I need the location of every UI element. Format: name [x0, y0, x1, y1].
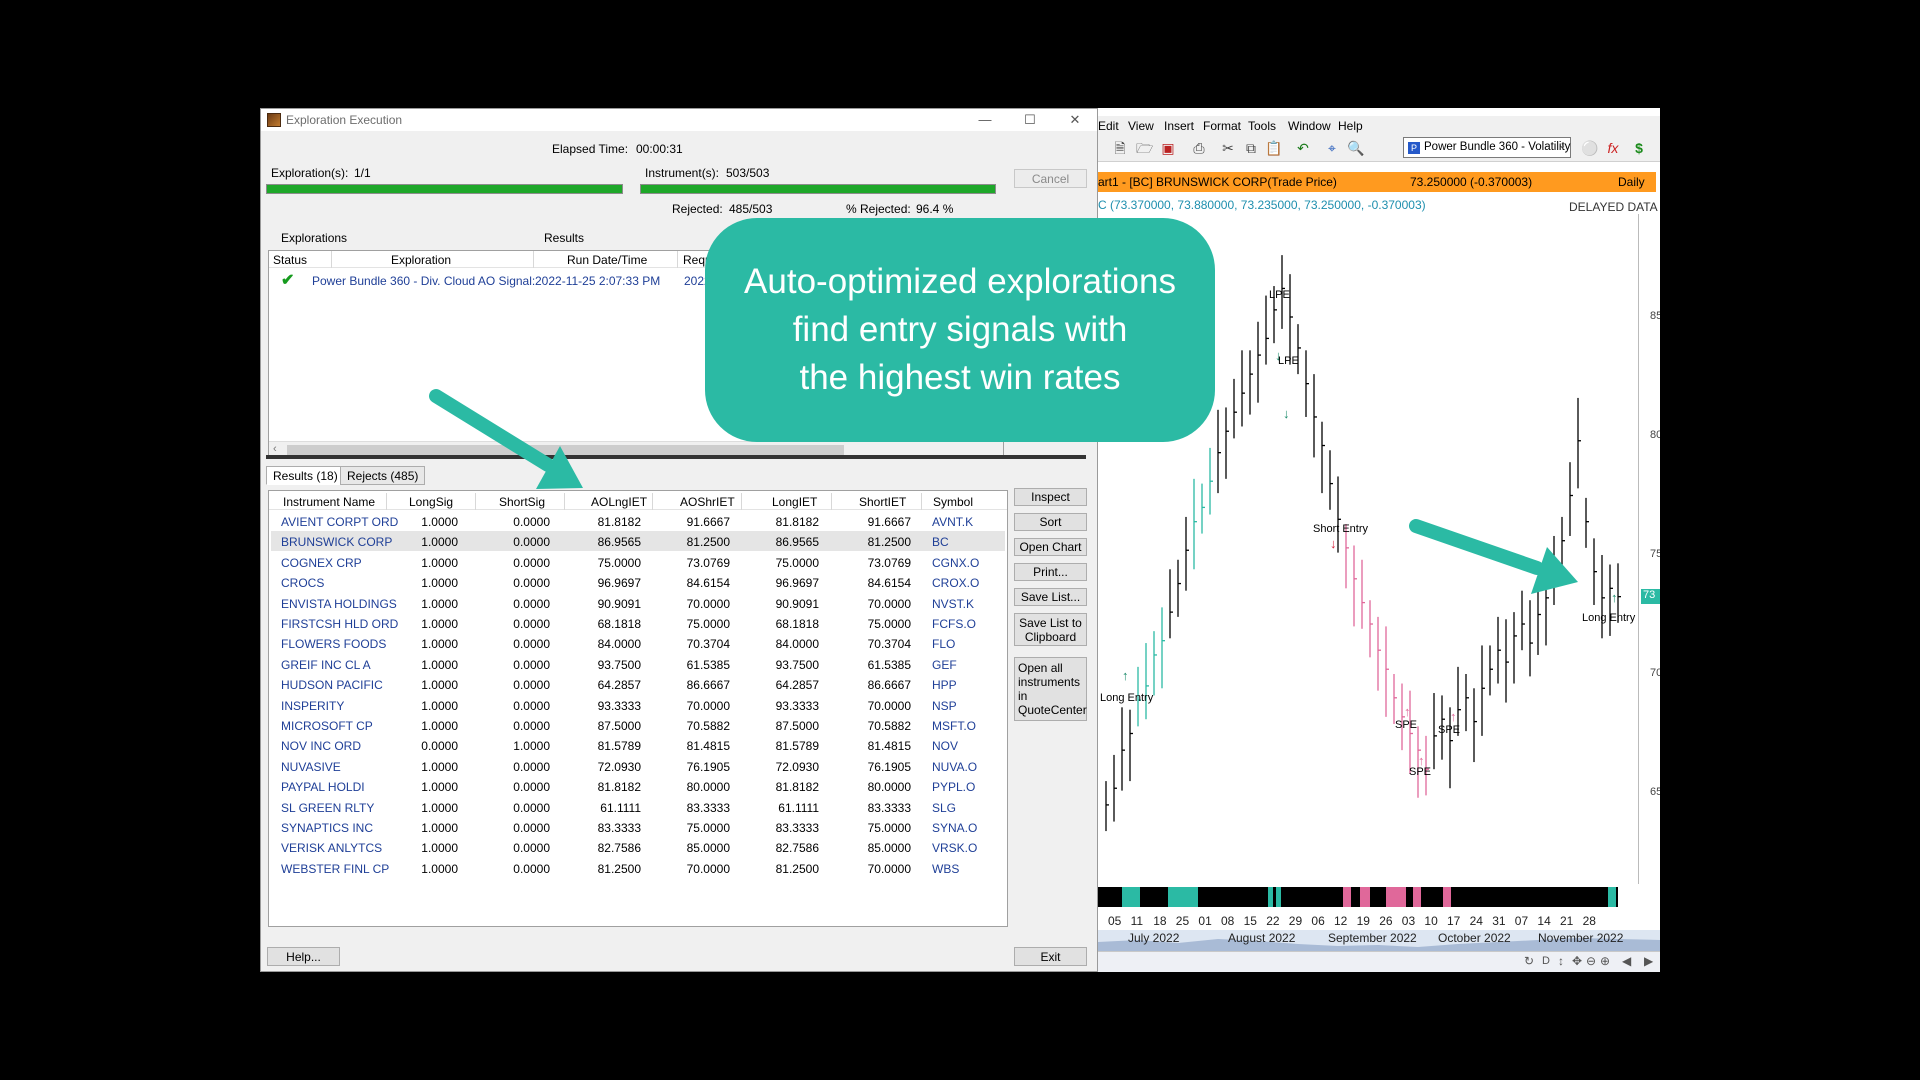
marketing-callout: Auto-optimized explorations find entry s…	[705, 218, 1215, 442]
month-label: July 2022	[1128, 931, 1180, 945]
callout-line-3: the highest win rates	[799, 358, 1121, 397]
callout-line-2: find entry signals with	[792, 310, 1128, 349]
annotation-arrows	[429, 389, 1578, 594]
month-label: September 2022	[1328, 931, 1417, 945]
arrow-to-table-shaft	[429, 389, 555, 472]
month-label: August 2022	[1228, 931, 1296, 945]
arrow-to-chart-shaft	[1409, 519, 1544, 575]
month-label: October 2022	[1438, 931, 1511, 945]
month-label: November 2022	[1538, 931, 1624, 945]
callout-line-1: Auto-optimized explorations	[744, 262, 1176, 301]
